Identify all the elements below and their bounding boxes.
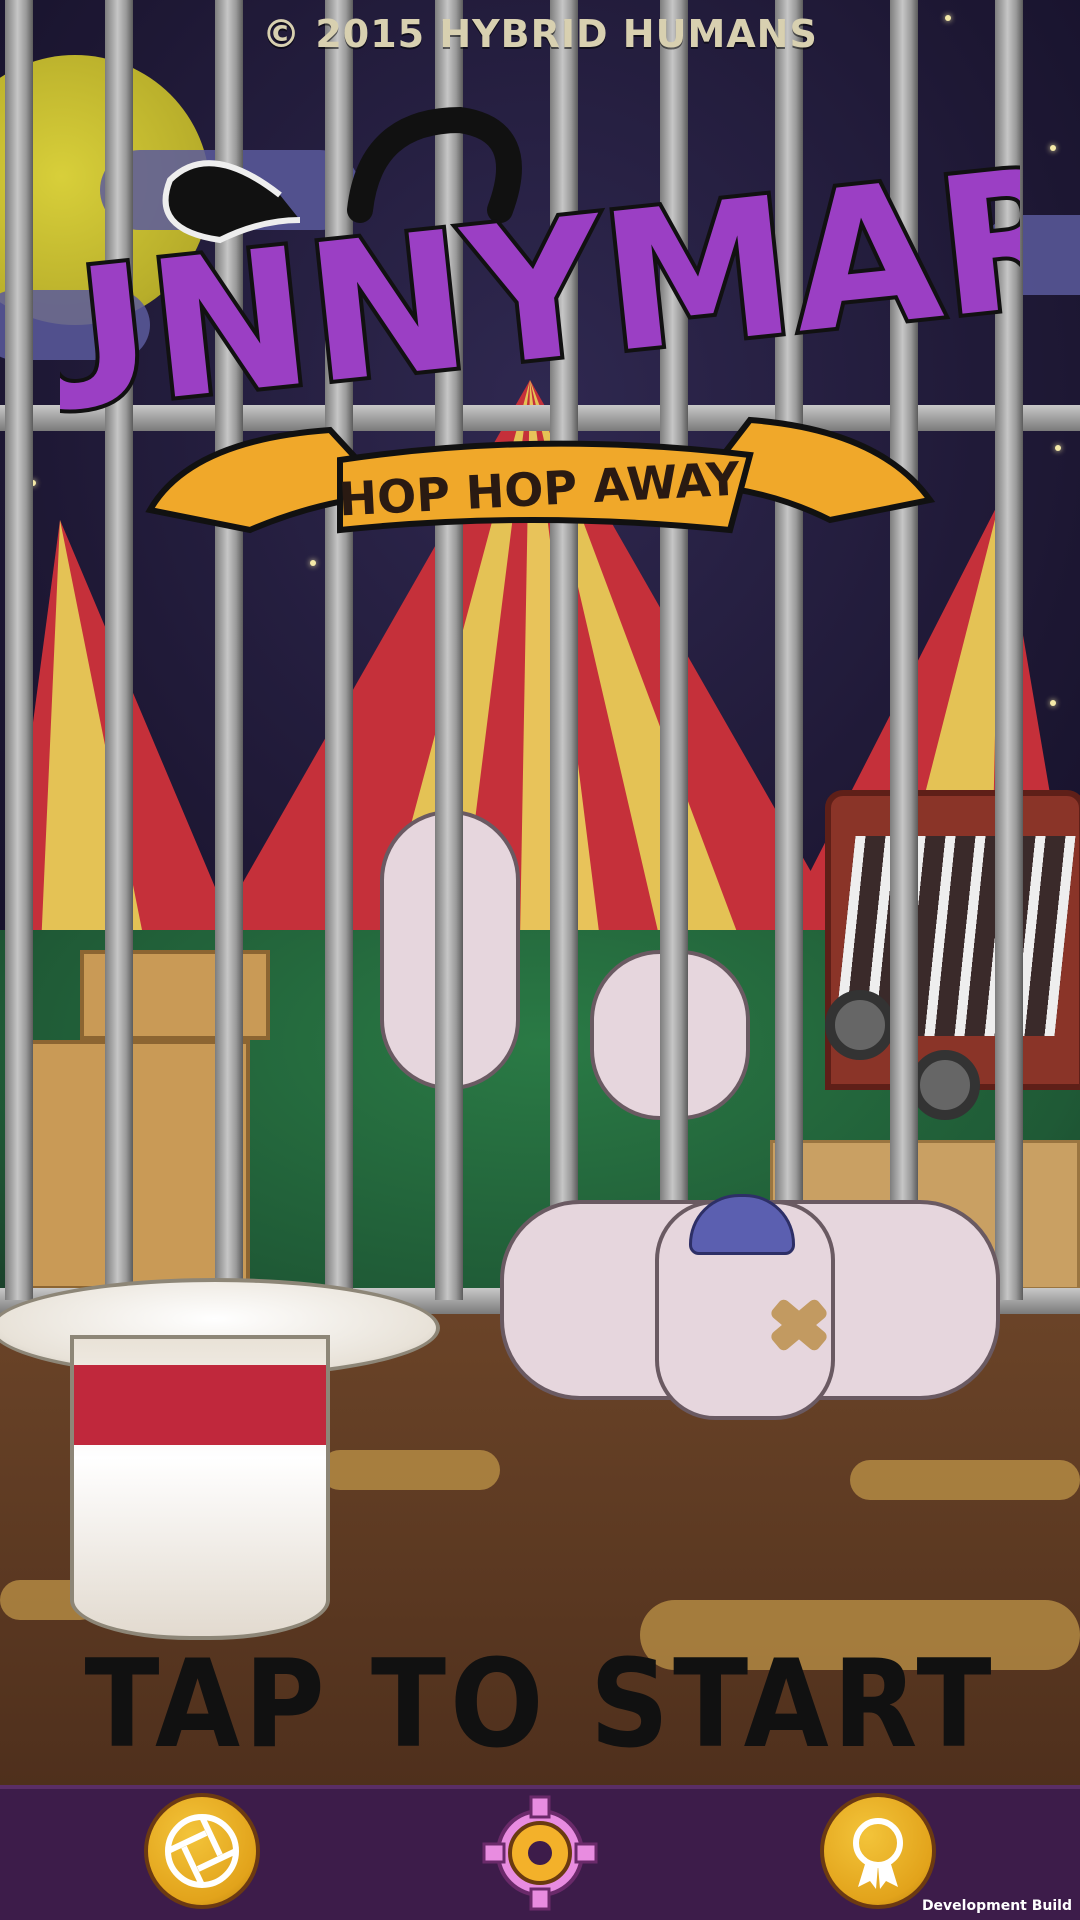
achievements-button[interactable] <box>820 1793 936 1909</box>
bunny-head <box>655 1194 835 1420</box>
award-ribbon-icon <box>853 1818 903 1889</box>
magic-hat-band <box>70 1365 330 1445</box>
settings-button[interactable] <box>480 1793 600 1913</box>
aperture-icon <box>165 1814 239 1888</box>
police-cap <box>689 1194 795 1255</box>
aperture-button[interactable] <box>144 1793 260 1909</box>
development-build-label: Development Build <box>921 1898 1072 1914</box>
gear-icon <box>482 1795 598 1911</box>
straw <box>850 1460 1080 1500</box>
bunnymare-logo: BUNNYMARE HOP HOP AWAY <box>60 106 1020 534</box>
tap-to-start-prompt[interactable]: TAP TO START <box>0 1634 1080 1775</box>
straw <box>320 1450 500 1490</box>
copyright-text: © 2015 HYBRID HUMANS <box>262 12 818 56</box>
